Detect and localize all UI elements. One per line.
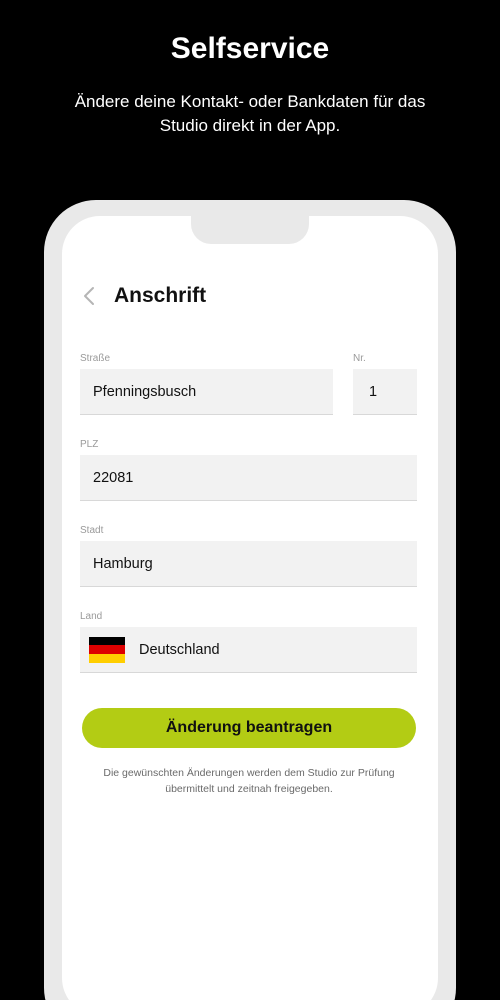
city-value: Hamburg (93, 555, 153, 572)
promo-subtitle: Ändere deine Kontakt- oder Bankdaten für… (74, 92, 426, 135)
country-value: Deutschland (139, 641, 220, 658)
country-select[interactable]: Deutschland (80, 627, 417, 673)
city-label: Stadt (80, 525, 104, 536)
germany-flag-icon (89, 636, 125, 663)
submit-button-label: Änderung beantragen (165, 719, 333, 736)
chevron-left-icon (84, 287, 94, 305)
city-field[interactable]: Hamburg (80, 541, 417, 587)
street-field[interactable]: Pfenningsbusch (80, 369, 333, 415)
street-label: Straße (80, 353, 111, 364)
phone-notch (191, 200, 309, 244)
number-label: Nr. (353, 353, 366, 364)
submit-change-button[interactable]: Änderung beantragen (82, 708, 416, 748)
promo-title: Selfservice (170, 32, 330, 65)
number-field[interactable]: 1 (353, 369, 417, 415)
country-label: Land (80, 611, 103, 622)
zip-value: 22081 (93, 469, 134, 486)
zip-field[interactable]: 22081 (80, 455, 417, 501)
back-button[interactable] (78, 284, 100, 308)
page-title: Anschrift (114, 284, 207, 307)
phone-screen (62, 216, 438, 1000)
zip-label: PLZ (80, 439, 99, 450)
number-value: 1 (369, 383, 378, 400)
info-text: Die gewünschten Änderungen werden dem St… (103, 767, 395, 795)
street-value: Pfenningsbusch (93, 383, 197, 400)
